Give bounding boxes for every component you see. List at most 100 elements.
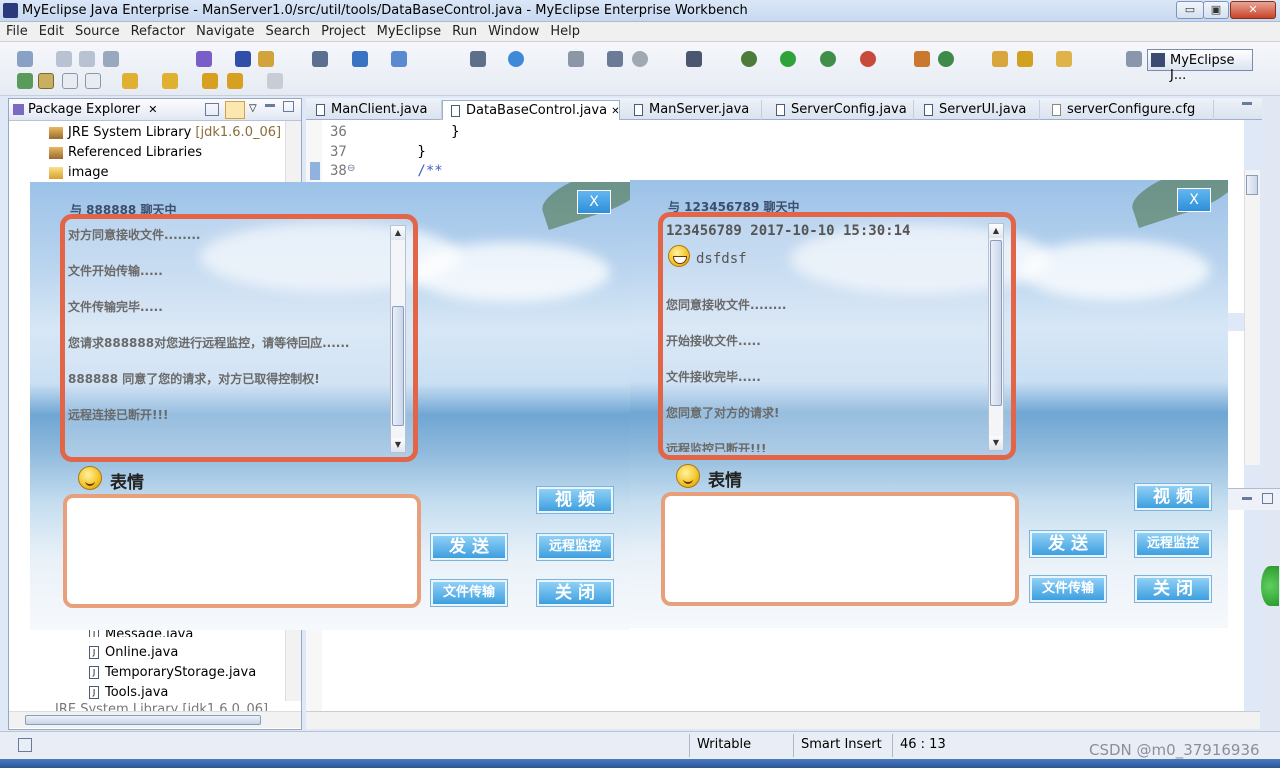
menu-myeclipse[interactable]: MyEclipse	[371, 22, 447, 39]
scroll-up-icon[interactable]: ▲	[989, 224, 1003, 238]
close-tab-icon[interactable]: ✕	[611, 106, 619, 117]
wizard-icon[interactable]	[352, 51, 368, 67]
server-status-icon[interactable]	[632, 51, 648, 67]
forward-icon[interactable]	[267, 73, 283, 89]
scroll-up-icon[interactable]: ▲	[391, 226, 405, 240]
tab-serverui[interactable]: ServerUI.java	[916, 100, 1040, 120]
editor-vertical-scrollbar[interactable]	[1244, 170, 1260, 465]
minimize-editor-icon[interactable]	[1242, 102, 1252, 105]
mark-occurrences-icon[interactable]	[38, 73, 54, 89]
restore-button[interactable]: ▣	[1203, 1, 1229, 19]
menu-search[interactable]: Search	[259, 22, 315, 39]
video-button[interactable]: 视 频	[537, 487, 613, 513]
new-server-icon[interactable]	[196, 51, 212, 67]
send-button[interactable]: 发 送	[431, 534, 507, 560]
tab-manclient[interactable]: ManClient.java	[308, 100, 442, 120]
close-icon[interactable]: ✕	[148, 103, 157, 116]
link-with-editor-icon[interactable]	[225, 101, 245, 119]
tree-item-temporary-storage[interactable]: J TemporaryStorage.java	[89, 665, 256, 680]
maximize-view-icon[interactable]	[1262, 493, 1273, 504]
remote-monitor-button[interactable]: 远程监控	[1135, 531, 1211, 557]
menu-edit[interactable]: Edit	[33, 22, 69, 39]
external-tools-icon[interactable]	[860, 51, 876, 67]
send-button[interactable]: 发 送	[1030, 531, 1106, 557]
message-input[interactable]	[661, 492, 1019, 606]
chat-close-button[interactable]: X	[577, 190, 611, 214]
collapse-all-icon[interactable]	[205, 103, 219, 116]
open-file-icon[interactable]	[1056, 51, 1072, 67]
menu-file[interactable]: File	[0, 22, 33, 39]
minimize-view-icon[interactable]	[265, 104, 275, 107]
new-icon[interactable]	[17, 51, 33, 67]
emoji-label[interactable]: 表情	[708, 466, 742, 491]
last-edit-icon[interactable]	[202, 73, 218, 89]
menu-refactor[interactable]: Refactor	[125, 22, 191, 39]
open-perspective-icon[interactable]	[1126, 51, 1142, 67]
file-transfer-button[interactable]: 文件传输	[1030, 576, 1106, 602]
scroll-thumb[interactable]	[392, 306, 404, 426]
refresh-icon[interactable]	[938, 51, 954, 67]
scroll-down-icon[interactable]: ▼	[989, 436, 1003, 450]
print-icon[interactable]	[103, 51, 119, 67]
tab-serverconfig[interactable]: ServerConfig.java	[768, 100, 914, 120]
back-icon[interactable]	[227, 73, 243, 89]
view-menu-icon[interactable]: ▽	[249, 103, 257, 114]
open-folder-icon[interactable]	[992, 51, 1008, 67]
jar-icon[interactable]	[258, 51, 274, 67]
close-chat-button[interactable]: 关 闭	[537, 580, 613, 606]
menu-window[interactable]: Window	[482, 22, 544, 39]
emoji-label[interactable]: 表情	[110, 468, 144, 493]
tab-serverconfigure[interactable]: serverConfigure.cfg	[1044, 100, 1214, 120]
tree-item-referenced-libraries[interactable]: Referenced Libraries	[49, 145, 202, 160]
tree-item-tools[interactable]: J Tools.java	[89, 685, 168, 700]
scroll-thumb[interactable]	[990, 240, 1002, 406]
previous-annotation-icon[interactable]	[162, 73, 178, 89]
editor-horizontal-scrollbar[interactable]	[306, 711, 1260, 729]
fast-view-icon[interactable]	[18, 738, 32, 752]
minimize-button[interactable]: ▭	[1176, 1, 1204, 19]
search-tool-icon[interactable]	[1017, 51, 1033, 67]
explorer-horizontal-scrollbar[interactable]	[9, 711, 301, 728]
message-scrollbar[interactable]: ▲ ▼	[988, 223, 1004, 451]
package-icon[interactable]	[235, 51, 251, 67]
camera-icon[interactable]	[686, 51, 702, 67]
file-transfer-button[interactable]: 文件传输	[431, 580, 507, 606]
menu-help[interactable]: Help	[544, 22, 585, 39]
tab-databasecontrol[interactable]: DataBaseControl.java ✕	[442, 100, 620, 120]
show-whitespace-icon[interactable]	[85, 73, 101, 89]
menu-project[interactable]: Project	[315, 22, 370, 39]
message-scrollbar[interactable]: ▲ ▼	[390, 225, 406, 453]
block-selection-icon[interactable]	[62, 73, 78, 89]
database-icon[interactable]	[312, 51, 328, 67]
run-config-icon[interactable]	[820, 51, 836, 67]
emoji-icon[interactable]	[676, 464, 700, 488]
video-button[interactable]: 视 频	[1135, 484, 1211, 510]
deploy-icon[interactable]	[607, 51, 623, 67]
debug-icon[interactable]	[741, 51, 757, 67]
tab-manserver[interactable]: ManServer.java	[626, 100, 762, 120]
maximize-view-icon[interactable]	[283, 101, 294, 112]
scroll-down-icon[interactable]: ▼	[391, 438, 405, 452]
class-wizard-icon[interactable]	[391, 51, 407, 67]
menu-source[interactable]: Source	[69, 22, 125, 39]
menu-navigate[interactable]: Navigate	[190, 22, 259, 39]
tree-item-online[interactable]: J Online.java	[89, 645, 178, 660]
close-window-button[interactable]: ✕	[1230, 1, 1276, 19]
remote-monitor-button[interactable]: 远程监控	[537, 534, 613, 560]
sync-icon[interactable]	[568, 51, 584, 67]
menu-run[interactable]: Run	[446, 22, 482, 39]
outline-icon[interactable]	[17, 73, 33, 89]
open-type-icon[interactable]	[470, 51, 486, 67]
save-icon[interactable]	[56, 51, 72, 67]
browser-icon[interactable]	[508, 51, 524, 67]
next-annotation-icon[interactable]	[122, 73, 138, 89]
new-project-icon[interactable]	[914, 51, 930, 67]
tree-item-jre-cut[interactable]: JRE System Library [jdk1.6.0_06]	[55, 702, 268, 711]
chat-close-button[interactable]: X	[1177, 188, 1211, 212]
save-all-icon[interactable]	[79, 51, 95, 67]
explorer-title[interactable]: Package Explorer ✕	[28, 102, 158, 117]
tree-item-image[interactable]: image	[49, 165, 109, 180]
emoji-icon[interactable]	[78, 466, 102, 490]
close-chat-button[interactable]: 关 闭	[1135, 576, 1211, 602]
minimize-view-icon[interactable]	[1242, 497, 1252, 500]
